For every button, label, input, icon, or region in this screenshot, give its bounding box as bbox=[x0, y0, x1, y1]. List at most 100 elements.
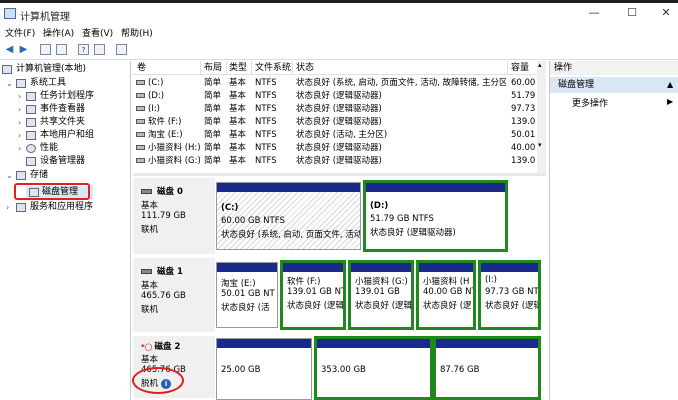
volume-icon bbox=[136, 132, 145, 137]
partition-d[interactable]: (D:) 51.79 GB NTFS 状态良好 (逻辑驱动器) bbox=[363, 180, 508, 252]
vertical-scrollbar[interactable]: ▴ ▾ bbox=[537, 61, 546, 173]
disk-1-name: 磁盘 1 bbox=[157, 267, 183, 277]
collapse-arrow-icon[interactable]: ▲ bbox=[667, 77, 673, 93]
disk-0-title: 磁盘 0 bbox=[141, 185, 183, 197]
disk-1-size: 465.76 GB bbox=[141, 291, 186, 301]
actions-section-disk-management[interactable]: 磁盘管理 ▲ bbox=[550, 77, 678, 93]
console-tree-icon[interactable] bbox=[56, 44, 67, 55]
partition-f[interactable]: 软件 (F:) 139.01 GB NT 状态良好 (逻辑 bbox=[280, 260, 346, 330]
chevron-down-icon[interactable]: ⌄ bbox=[6, 169, 14, 182]
partition-g[interactable]: 小猫资料 (G:) 139.01 GB 状态良好 (逻辑 bbox=[348, 260, 414, 330]
minimize-button[interactable]: — bbox=[583, 5, 605, 21]
partition-h[interactable]: 小猫资料 (H 40.00 GB NT 状态良好 (逻 bbox=[416, 260, 476, 330]
table-row[interactable]: (D:) 简单 基本 NTFS 状态良好 (逻辑驱动器) 51.79 bbox=[133, 90, 538, 102]
table-cell: 淘宝 (E:) bbox=[148, 130, 183, 140]
disk-2-title: *◯ 磁盘 2 bbox=[141, 340, 180, 352]
table-row[interactable]: (C:) 简单 基本 NTFS 状态良好 (系统, 启动, 页面文件, 活动, 故障转储… bbox=[133, 77, 538, 89]
partition-bar bbox=[317, 339, 430, 348]
back-arrow-icon[interactable]: ◀ bbox=[4, 44, 15, 55]
table-cell: (D:) bbox=[148, 91, 165, 101]
partition-size: 60.00 GB NTFS bbox=[221, 216, 285, 226]
table-row[interactable]: 小猫资料 (H:) 简单 基本 NTFS 状态良好 (逻辑驱动器) 40.00 bbox=[133, 142, 538, 154]
tree-system-tools-label: 系统工具 bbox=[30, 78, 67, 88]
volume-icon bbox=[136, 80, 145, 85]
partition-disk2-2[interactable]: 353.00 GB bbox=[314, 336, 433, 400]
table-row[interactable]: (I:) 简单 基本 NTFS 状态良好 (逻辑驱动器) 97.73 bbox=[133, 103, 538, 115]
table-row[interactable]: 软件 (F:) 简单 基本 NTFS 状态良好 (逻辑驱动器) 139.0 bbox=[133, 116, 538, 128]
disk-1-label[interactable]: 磁盘 1 基本 465.76 GB 联机 bbox=[133, 258, 215, 334]
offline-disk-icon: *◯ bbox=[141, 343, 153, 351]
table-cell: 基本 bbox=[229, 78, 247, 88]
menu-help[interactable]: 帮助(H) bbox=[121, 26, 153, 39]
more-actions-link[interactable]: 更多操作 bbox=[572, 96, 608, 109]
shared-folder-icon bbox=[26, 118, 36, 127]
column-divider[interactable] bbox=[292, 61, 293, 75]
column-layout[interactable]: 布局 bbox=[204, 63, 222, 74]
actions-header: 操作 bbox=[550, 61, 678, 75]
scroll-down-icon[interactable]: ▾ bbox=[538, 141, 542, 149]
disk-0-label[interactable]: 磁盘 0 基本 111.79 GB 联机 bbox=[133, 178, 215, 256]
chevron-right-icon[interactable]: › bbox=[18, 103, 26, 116]
table-cell: 状态良好 (逻辑驱动器) bbox=[296, 91, 382, 101]
partition-size: 139.01 GB NT bbox=[287, 287, 346, 297]
partition-disk2-3[interactable]: 87.76 GB bbox=[433, 336, 541, 400]
title-bar: 计算机管理 — ☐ ✕ bbox=[0, 0, 678, 24]
volume-icon bbox=[136, 158, 145, 163]
disk-graphical-view: 磁盘 0 基本 111.79 GB 联机 (C:) 60.00 GB NTFS … bbox=[133, 176, 546, 400]
properties-icon[interactable] bbox=[94, 44, 105, 55]
column-filesystem[interactable]: 文件系统 bbox=[255, 63, 291, 74]
up-folder-icon[interactable] bbox=[40, 44, 51, 55]
partition-name: (D:) bbox=[370, 201, 389, 211]
chevron-right-icon[interactable]: › bbox=[18, 129, 26, 142]
table-row[interactable]: 小猫资料 (G:) 简单 基本 NTFS 状态良好 (逻辑驱动器) 139.0 bbox=[133, 155, 538, 167]
submenu-arrow-icon[interactable]: ▶ bbox=[667, 97, 673, 106]
table-row[interactable]: 淘宝 (E:) 简单 基本 NTFS 状态良好 (活动, 主分区) 50.01 bbox=[133, 129, 538, 141]
menu-file[interactable]: 文件(F) bbox=[5, 26, 35, 39]
top-strip bbox=[0, 0, 678, 3]
partition-c[interactable]: (C:) 60.00 GB NTFS 状态良好 (系统, 启动, 页面文件, 活… bbox=[216, 182, 361, 250]
list-view-icon[interactable] bbox=[116, 44, 127, 55]
toolbar: ◀ ▶ ? bbox=[0, 40, 678, 60]
table-cell: NTFS bbox=[255, 104, 277, 114]
chevron-right-icon[interactable]: › bbox=[18, 116, 26, 129]
chevron-right-icon[interactable]: › bbox=[18, 142, 26, 155]
table-cell: 简单 bbox=[204, 104, 222, 114]
partition-name: 软件 (F:) bbox=[287, 277, 321, 287]
tree-storage-label: 存储 bbox=[30, 170, 49, 180]
table-cell: (C:) bbox=[148, 78, 164, 88]
partition-status: 状态良好 (系统, 启动, 页面文件, 活动 bbox=[221, 230, 361, 240]
computer-icon bbox=[2, 65, 12, 74]
column-status[interactable]: 状态 bbox=[296, 63, 314, 74]
chevron-right-icon[interactable]: › bbox=[18, 90, 26, 103]
menu-action[interactable]: 操作(A) bbox=[43, 26, 74, 39]
partition-e[interactable]: 淘宝 (E:) 50.01 GB NT 状态良好 (活 bbox=[216, 262, 278, 328]
users-icon bbox=[26, 131, 36, 140]
table-cell: 基本 bbox=[229, 143, 247, 153]
volume-icon bbox=[136, 93, 145, 98]
partition-status: 状态良好 (逻 bbox=[423, 301, 472, 311]
maximize-button[interactable]: ☐ bbox=[621, 5, 643, 21]
column-divider[interactable] bbox=[200, 61, 201, 75]
chevron-down-icon[interactable]: ⌄ bbox=[6, 77, 14, 90]
chevron-right-icon[interactable]: › bbox=[6, 201, 14, 214]
menu-view[interactable]: 查看(V) bbox=[82, 26, 113, 39]
column-volume[interactable]: 卷 bbox=[137, 63, 146, 74]
column-divider[interactable] bbox=[251, 61, 252, 75]
column-capacity[interactable]: 容量 bbox=[511, 63, 529, 74]
column-type[interactable]: 类型 bbox=[229, 63, 247, 74]
column-divider[interactable] bbox=[507, 61, 508, 75]
forward-arrow-icon[interactable]: ▶ bbox=[18, 44, 29, 55]
tree-item-label: 设备管理器 bbox=[40, 156, 86, 166]
table-cell: 简单 bbox=[204, 91, 222, 101]
partition-disk2-1[interactable]: 25.00 GB bbox=[216, 338, 312, 400]
close-button[interactable]: ✕ bbox=[655, 5, 677, 21]
disk-0-status: 联机 bbox=[141, 225, 159, 235]
table-cell: 状态良好 (逻辑驱动器) bbox=[296, 156, 382, 166]
partition-size: 51.79 GB NTFS bbox=[370, 214, 434, 224]
help-icon[interactable]: ? bbox=[78, 44, 89, 55]
services-icon bbox=[16, 203, 26, 212]
scroll-up-icon[interactable]: ▴ bbox=[538, 61, 542, 69]
clock-icon bbox=[26, 92, 36, 101]
column-divider[interactable] bbox=[226, 61, 227, 75]
partition-i[interactable]: (I:) 97.73 GB NT 状态良好 (逻辑 bbox=[478, 260, 541, 330]
